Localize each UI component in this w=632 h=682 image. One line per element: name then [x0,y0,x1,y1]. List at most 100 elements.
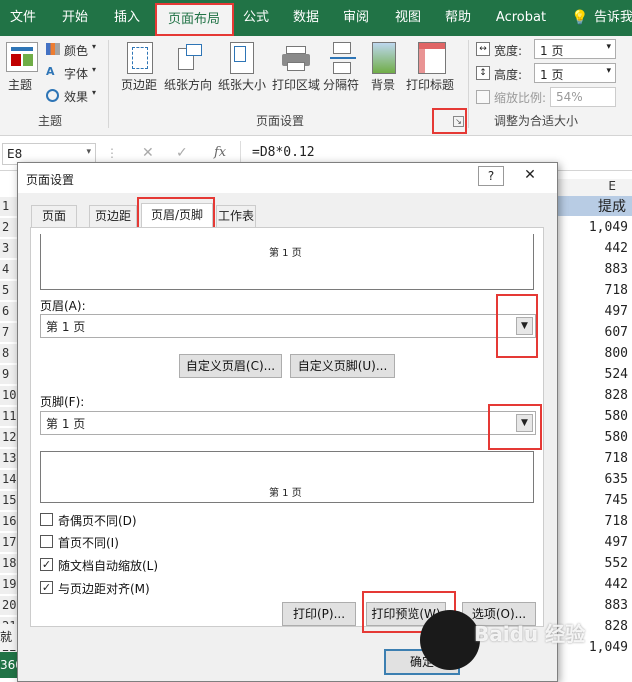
margins-icon [127,42,153,74]
more-icon: ⋮ [106,146,118,160]
scale-with-document-checkbox[interactable]: ✓ [40,558,53,571]
watermark-shape [420,610,480,670]
custom-footer-button[interactable]: 自定义页脚(U)... [290,354,395,378]
tab-review[interactable]: 审阅 [336,0,376,36]
cell-e-value[interactable]: 607 [548,323,628,342]
group-separator [108,40,109,128]
footer-preview: 第 1 页 [40,451,534,503]
cell-e-value[interactable]: 800 [548,344,628,363]
help-button[interactable]: ? [478,166,504,186]
dialog-launcher-icon[interactable]: ↘ [453,116,464,127]
cell-e-value[interactable]: 580 [548,407,628,426]
print-button[interactable]: 打印(P)... [282,602,356,626]
fonts-button[interactable]: 字体 [64,65,88,82]
height-icon: ↕ [476,66,490,80]
scale-with-document-label: 随文档自动缩放(L) [58,559,159,573]
header-preview: 第 1 页 [40,234,534,290]
themes-button[interactable]: 主题 [8,76,32,93]
height-select[interactable]: 1 页 ▾ [534,63,616,83]
chevron-down-icon: ▾ [606,66,611,76]
background-button[interactable]: 背景 [371,76,395,93]
custom-header-button[interactable]: 自定义页眉(C)... [179,354,282,378]
tab-data[interactable]: 数据 [285,0,327,36]
cell-e-value[interactable]: 718 [548,449,628,468]
effects-button[interactable]: 效果 [64,88,88,105]
footer-select[interactable]: 第 1 页 ▼ [40,411,536,435]
print-area-icon [282,44,310,72]
tab-view[interactable]: 视图 [388,0,428,36]
cell-e-value[interactable]: 718 [548,512,628,531]
cell-e-value[interactable]: 580 [548,428,628,447]
cell-e-value[interactable]: 635 [548,470,628,489]
width-icon: ↔ [476,42,490,56]
ribbon: 主题 颜色 ▾ A 字体 ▾ 效果 ▾ 主题 页边距 纸张方向 纸张大小 打印区… [0,36,632,136]
cell-e-value[interactable]: 883 [548,596,628,615]
cell-e-value[interactable]: 442 [548,575,628,594]
align-with-margins-checkbox[interactable]: ✓ [40,581,53,594]
tab-acrobat[interactable]: Acrobat [490,0,552,36]
tab-file[interactable]: 文件 [0,0,46,36]
enter-icon[interactable]: ✓ [176,145,188,161]
different-first-page-checkbox[interactable] [40,535,53,548]
margins-button[interactable]: 页边距 [121,76,157,93]
cell-e-value[interactable]: 718 [548,281,628,300]
cell-e-value[interactable]: 883 [548,260,628,279]
chevron-down-icon[interactable]: ▼ [516,414,533,432]
background-icon [372,42,396,74]
colors-icon [46,43,60,55]
tab-sheet[interactable]: 工作表 [216,205,256,227]
paper-size-button[interactable]: 纸张大小 [218,76,266,93]
column-header-e[interactable]: E [558,179,632,196]
baidu-watermark: Baidu 经验 [474,622,586,646]
different-odd-even-checkbox[interactable] [40,513,53,526]
tab-help[interactable]: 帮助 [438,0,478,36]
breaks-button[interactable]: 分隔符 [323,76,359,93]
tab-header-footer[interactable]: 页眉/页脚 [141,203,213,228]
group-separator [468,40,469,128]
fonts-icon: A [46,65,55,78]
width-select[interactable]: 1 页 ▾ [534,39,616,59]
chevron-down-icon: ▾ [86,147,91,157]
cell-e-value[interactable]: 497 [548,533,628,552]
close-button[interactable]: ✕ [510,166,550,186]
dialog-title: 页面设置 [26,173,75,187]
cell-e-value[interactable]: 1,049 [548,218,628,237]
breaks-icon [330,42,356,74]
header-label: 页眉(A): [40,299,86,313]
print-titles-button[interactable]: 打印标题 [406,76,454,93]
chevron-down-icon: ▾ [92,42,97,51]
tab-page-layout[interactable]: 页面布局 [156,5,232,36]
cell-e-value[interactable]: 828 [548,386,628,405]
formula-input[interactable]: =D8*0.12 [252,145,315,160]
align-with-margins-label: 与页边距对齐(M) [58,582,150,596]
scale-icon [476,90,490,104]
cell-e-value[interactable]: 745 [548,491,628,510]
chevron-down-icon[interactable]: ▼ [516,317,533,335]
chevron-down-icon: ▾ [92,88,97,97]
footer-label: 页脚(F): [40,395,85,409]
cell-e-value[interactable]: 524 [548,365,628,384]
insert-function-icon[interactable]: fx [214,145,226,160]
orientation-icon [176,42,204,74]
cancel-icon[interactable]: ✕ [142,145,154,161]
print-area-button[interactable]: 打印区域 [272,76,320,93]
lightbulb-icon: 💡 [571,10,589,26]
tab-insert[interactable]: 插入 [104,0,150,36]
column-e-title-cell[interactable]: 提成 [552,196,632,216]
tab-margins[interactable]: 页边距 [89,205,137,227]
colors-button[interactable]: 颜色 [64,42,88,59]
tab-formulas[interactable]: 公式 [236,0,276,36]
different-first-page-label: 首页不同(I) [58,536,119,550]
tell-me-search[interactable]: 告诉我 [594,0,632,36]
cell-e-value[interactable]: 552 [548,554,628,573]
cell-e-value[interactable]: 497 [548,302,628,321]
header-select[interactable]: 第 1 页 ▼ [40,314,536,338]
group-label-scale-to-fit: 调整为合适大小 [494,114,579,128]
cell-e-value[interactable]: 442 [548,239,628,258]
orientation-button[interactable]: 纸张方向 [164,76,212,93]
tab-home[interactable]: 开始 [52,0,98,36]
page-setup-dialog: 页面设置 ? ✕ 页面 页边距 页眉/页脚 工作表 第 1 页 页眉(A): 第… [17,162,558,682]
tab-page[interactable]: 页面 [31,205,77,227]
print-titles-icon [418,42,446,74]
scale-input[interactable]: 54% [550,87,616,107]
